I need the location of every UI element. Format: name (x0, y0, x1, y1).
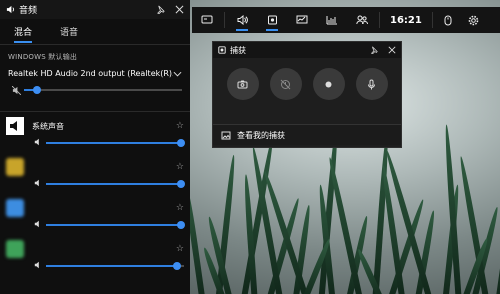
tab-mix[interactable]: 混合 (0, 22, 46, 44)
star-icon[interactable]: ☆ (176, 203, 184, 213)
app-volume-list: 系统声音 ☆ ☆ ☆ ☆ (0, 112, 190, 280)
speaker-icon[interactable] (34, 138, 46, 148)
master-volume-slider[interactable] (24, 84, 182, 96)
app-icon (6, 240, 24, 258)
clock: 16:21 (390, 14, 422, 26)
tab-voice[interactable]: 语音 (46, 22, 92, 44)
close-icon[interactable] (175, 5, 184, 14)
view-captures-label: 查看我的捕获 (237, 130, 285, 140)
app-volume-slider[interactable] (46, 260, 184, 272)
audio-panel: 音频 混合 语音 WINDOWS 默认输出 Realtek HD Audio 2… (0, 0, 190, 294)
app-volume-item: ☆ (0, 157, 190, 198)
mic-icon[interactable] (355, 68, 388, 100)
speaker-icon[interactable] (34, 220, 46, 230)
capture-buttons (213, 58, 401, 124)
record-last-icon[interactable] (269, 68, 302, 100)
default-output-label: WINDOWS 默认输出 (8, 53, 78, 61)
record-icon[interactable] (312, 68, 345, 100)
star-icon[interactable]: ☆ (176, 244, 184, 254)
app-volume-item: ☆ (0, 198, 190, 239)
app-volume-item: 系统声音 ☆ (0, 116, 190, 157)
resources-icon[interactable] (317, 7, 347, 33)
audio-panel-header: 音频 (0, 0, 190, 19)
app-volume-slider[interactable] (46, 178, 186, 190)
audio-icon[interactable] (227, 7, 257, 33)
star-icon[interactable]: ☆ (176, 121, 184, 131)
social-icon[interactable] (347, 7, 377, 33)
app-icon (6, 158, 24, 176)
output-device-dropdown[interactable]: Realtek HD Audio 2nd output (Realtek(R).… (0, 64, 190, 83)
star-icon[interactable]: ☆ (176, 162, 184, 172)
pin-icon[interactable] (156, 5, 165, 14)
speaker-icon[interactable] (34, 179, 46, 189)
muted-speaker-icon[interactable] (8, 85, 24, 95)
capture-title-icon (218, 46, 226, 54)
app-volume-slider[interactable] (46, 137, 186, 149)
game-bar: 16:21 (192, 7, 500, 33)
app-icon (6, 199, 24, 217)
app-name: 系统声音 (32, 121, 64, 131)
capture-header: 捕获 (213, 42, 401, 58)
mouse-icon[interactable] (435, 7, 461, 33)
app-icon (6, 117, 24, 135)
capture-title: 捕获 (230, 45, 246, 55)
capture-icon[interactable] (257, 7, 287, 33)
pin-icon[interactable] (370, 46, 378, 54)
view-captures-link[interactable]: 查看我的捕获 (213, 124, 401, 145)
chevron-down-icon (173, 71, 182, 77)
widgets-icon[interactable] (192, 7, 222, 33)
close-icon[interactable] (388, 46, 396, 54)
output-device-name: Realtek HD Audio 2nd output (Realtek(R).… (8, 69, 173, 78)
master-volume-row (0, 83, 190, 97)
grass-blade (495, 174, 500, 294)
settings-icon[interactable] (461, 7, 487, 33)
app-volume-slider[interactable] (46, 219, 186, 231)
app-volume-item: ☆ (0, 239, 190, 280)
capture-widget: 捕获 查看我的捕获 (212, 41, 402, 148)
performance-icon[interactable] (287, 7, 317, 33)
audio-panel-title: 音频 (19, 6, 38, 16)
screenshot-icon[interactable] (226, 68, 259, 100)
gallery-icon (221, 131, 231, 140)
audio-tabs: 混合 语音 (0, 19, 190, 44)
speaker-icon[interactable] (34, 261, 46, 271)
speaker-icon (6, 5, 15, 14)
